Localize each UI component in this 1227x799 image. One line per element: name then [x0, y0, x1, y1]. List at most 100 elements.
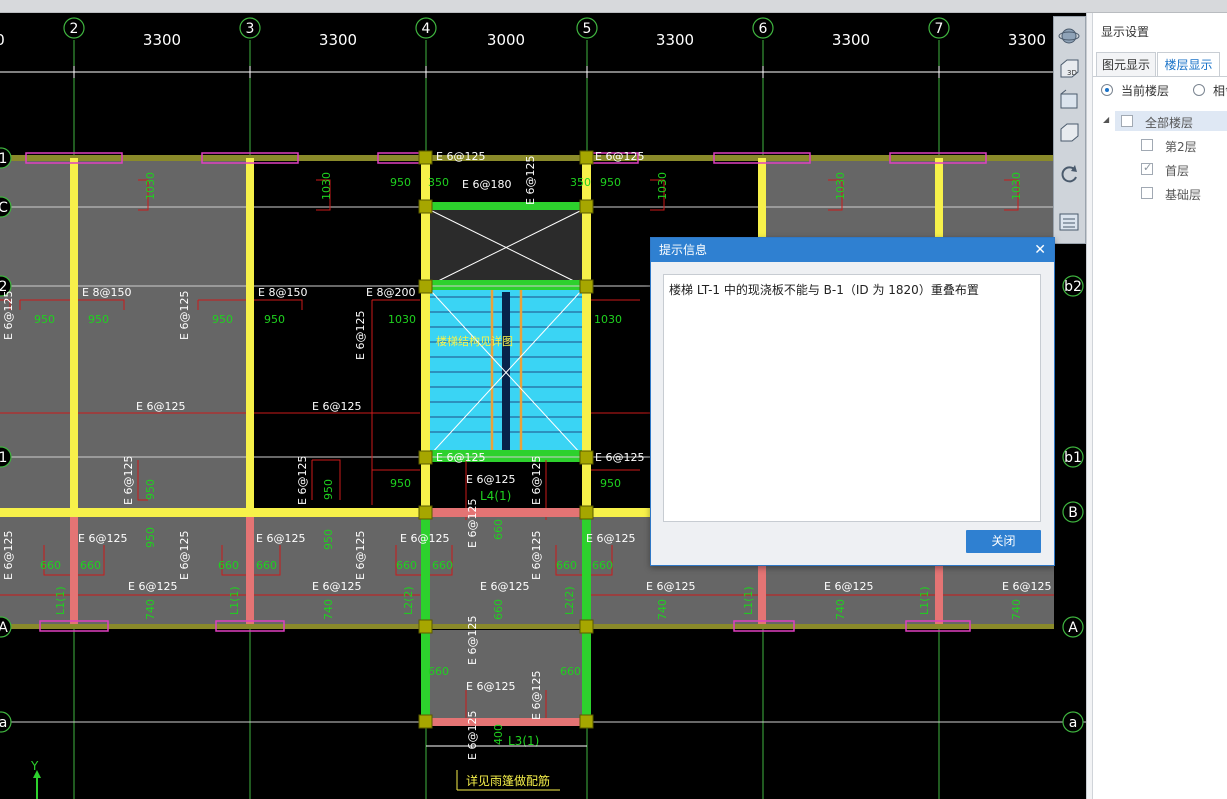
dim-label: 950 — [264, 313, 285, 326]
radio-current-floor-label: 当前楼层 — [1121, 84, 1170, 98]
tree-item-foundation: 基础层 — [1165, 188, 1202, 202]
rebar-label: E 6@125 — [400, 532, 449, 545]
title-bar — [0, 0, 1227, 13]
rebar-label: E 6@125 — [595, 150, 644, 163]
dim-label: 740 — [322, 599, 335, 620]
rebar-label: E 6@125 — [530, 531, 543, 580]
rotate-icon[interactable] — [1058, 163, 1080, 185]
rebar-label: E 6@125 — [586, 532, 635, 545]
rebar-label: E 6@125 — [824, 580, 873, 593]
rebar-label: E 6@125 — [466, 711, 479, 760]
beam-label-l1: L1(1) — [228, 586, 241, 615]
rebar-label: E 6@125 — [136, 400, 185, 413]
collapse-arrow-icon[interactable]: ◢ — [1103, 115, 1109, 124]
dim-label: 660 — [492, 519, 505, 540]
beam-label-l2: L2(2) — [402, 586, 415, 615]
dim-label: 950 — [600, 176, 621, 189]
rebar-label: E 8@200 — [366, 286, 415, 299]
row-label: 1 — [0, 151, 7, 167]
row-label: b2 — [1064, 279, 1082, 295]
rebar-label: E 6@125 — [646, 580, 695, 593]
rebar-label: E 6@125 — [354, 311, 367, 360]
panel-title: 显示设置 — [1101, 25, 1150, 39]
dim-label: 950 — [390, 176, 411, 189]
dialog-title: 提示信息 — [651, 238, 1054, 262]
beam-label-l4: L4(1) — [480, 489, 511, 503]
span-dim: 3000 — [487, 31, 525, 49]
axis-indicator: Y — [30, 759, 41, 799]
view-3d-icon[interactable]: 3D — [1058, 57, 1080, 79]
span-dim: 3300 — [143, 31, 181, 49]
dim-label: 950 — [390, 477, 411, 490]
dim-label: 660 — [80, 559, 101, 572]
rebar-label: E 6@125 — [312, 400, 361, 413]
dim-label: 950 — [144, 479, 157, 500]
view-top-icon[interactable] — [1058, 89, 1080, 111]
close-icon[interactable]: ✕ — [1034, 238, 1046, 262]
beam-label-l1: L1(1) — [742, 586, 755, 615]
dialog-message-box: 楼梯 LT-1 中的现浇板不能与 B-1（ID 为 1820）重叠布置 — [663, 274, 1041, 522]
dim-label: 1030 — [144, 172, 157, 200]
rebar-label: E 6@125 — [436, 451, 485, 464]
rebar-label: E 6@180 — [462, 178, 511, 191]
dim-label: 1030 — [656, 172, 669, 200]
checkbox-floor-2[interactable] — [1141, 139, 1153, 151]
dim-label: 950 — [322, 479, 335, 500]
view-front-icon[interactable] — [1058, 121, 1080, 143]
dim-label: 950 — [600, 477, 621, 490]
axis-label-2: 2 — [70, 21, 79, 37]
radio-adjacent-floor[interactable] — [1193, 84, 1205, 96]
orbit-icon[interactable] — [1058, 25, 1080, 47]
dim-label: 950 — [322, 529, 335, 550]
rebar-label: E 6@125 — [480, 580, 529, 593]
row-label: A — [0, 620, 8, 636]
checkbox-foundation-floor[interactable] — [1141, 187, 1153, 199]
rebar-label: E 6@125 — [530, 671, 543, 720]
tree-root-label: 全部楼层 — [1145, 116, 1194, 130]
dim-label: 1030 — [320, 172, 333, 200]
dim-label: 660 — [560, 665, 581, 678]
dim-label: 1030 — [1010, 172, 1023, 200]
dim-label: 350 — [428, 176, 449, 189]
dim-label: 1030 — [594, 313, 622, 326]
dim-label: 660 — [432, 559, 453, 572]
dialog-message: 楼梯 LT-1 中的现浇板不能与 B-1（ID 为 1820）重叠布置 — [669, 283, 979, 297]
dim-label: 350 — [570, 176, 591, 189]
rebar-label: E 6@125 — [2, 291, 15, 340]
close-button[interactable]: 关闭 — [966, 530, 1041, 553]
row-label: C — [0, 200, 8, 216]
tab-element-display[interactable]: 图元显示 — [1096, 52, 1156, 77]
row-label: a — [0, 715, 7, 731]
radio-current-floor[interactable] — [1101, 84, 1113, 96]
dim-label: 950 — [34, 313, 55, 326]
dim-label: 660 — [256, 559, 277, 572]
rebar-label: E 8@150 — [258, 286, 307, 299]
dim-label: 660 — [492, 599, 505, 620]
dim-label: 660 — [396, 559, 417, 572]
rebar-label: E 8@150 — [82, 286, 131, 299]
tree-item-first-floor: 首层 — [1165, 164, 1190, 178]
rebar-label: E 6@125 — [312, 580, 361, 593]
checkbox-first-floor[interactable] — [1141, 161, 1153, 175]
span-dimensions: 0 3300 3300 3000 3300 3300 3300 — [0, 31, 1046, 49]
rebar-label: E 6@125 — [436, 150, 485, 163]
svg-text:3D: 3D — [1067, 69, 1077, 77]
view-toolbar: 3D — [1053, 16, 1086, 244]
dim-label: 740 — [144, 599, 157, 620]
rebar-label: E 6@125 — [595, 451, 644, 464]
span-dim-left: 0 — [0, 31, 5, 49]
beam-label-l2: L2(2) — [563, 586, 576, 615]
dim-label: 1030 — [388, 313, 416, 326]
rebar-label: E 6@125 — [1002, 580, 1051, 593]
checkbox-all-floors[interactable] — [1121, 115, 1133, 127]
layers-icon[interactable] — [1058, 211, 1080, 233]
rebar-label: E 6@125 — [128, 580, 177, 593]
row-label: 1 — [0, 450, 7, 466]
tab-floor-display[interactable]: 楼层显示 — [1157, 52, 1220, 77]
rebar-label: E 6@125 — [296, 456, 309, 505]
span-dim: 3300 — [1008, 31, 1046, 49]
radio-adjacent-floor-label: 相邻 — [1213, 84, 1227, 98]
dim-label: 950 — [88, 313, 109, 326]
rebar-label: E 6@125 — [466, 499, 479, 548]
rebar-label: E 6@125 — [178, 531, 191, 580]
